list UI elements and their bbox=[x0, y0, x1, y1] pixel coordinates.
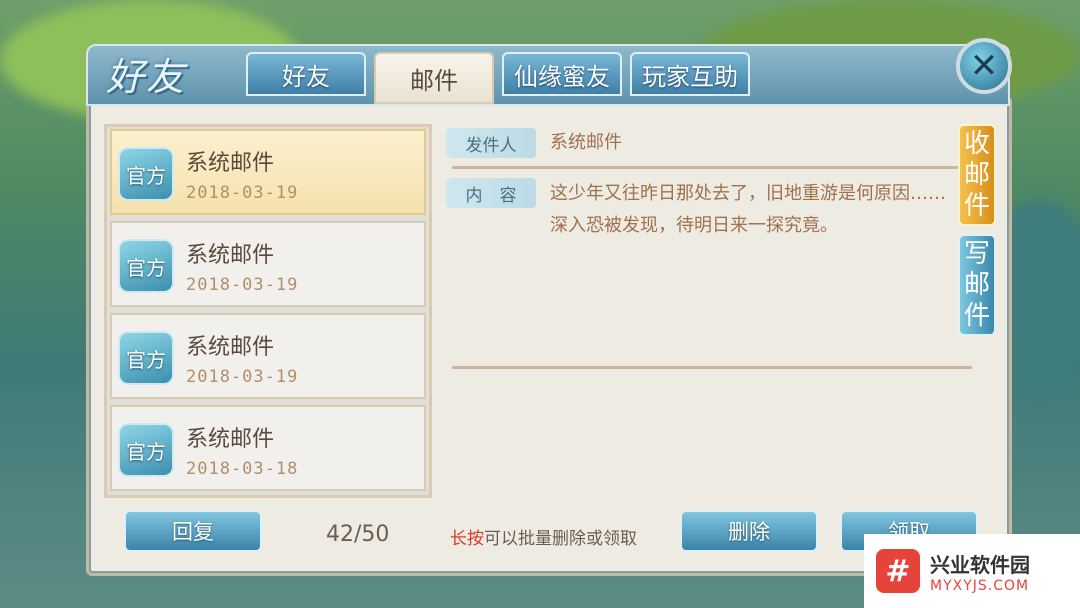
side-tab-char: 邮 bbox=[963, 159, 990, 190]
close-button[interactable]: ✕ bbox=[956, 38, 1012, 94]
inbox-side-tab[interactable]: 收邮件 bbox=[958, 124, 996, 226]
hint-highlight: 长按 bbox=[450, 529, 484, 549]
mail-list-item[interactable]: 官方 系统邮件 2018-03-19 bbox=[110, 313, 426, 399]
mail-panel: 好友 好友 邮件 仙缘蜜友 玩家互助 ✕ 官方 系统邮件 2018-03-19 … bbox=[86, 38, 1012, 576]
watermark-name: 兴业软件园 bbox=[930, 552, 1030, 577]
mail-count: 42/50 bbox=[326, 522, 390, 547]
divider bbox=[452, 366, 972, 369]
watermark-logo-icon: # bbox=[876, 549, 920, 593]
tab-mail[interactable]: 邮件 bbox=[374, 52, 494, 104]
side-tab-char: 收 bbox=[963, 128, 990, 159]
hint-text: 可以批量删除或领取 bbox=[484, 529, 637, 549]
mail-title: 系统邮件 bbox=[186, 151, 275, 176]
site-watermark: # 兴业软件园 MYXYJS.COM bbox=[864, 534, 1080, 608]
mail-list-item[interactable]: 官方 系统邮件 2018-03-19 bbox=[110, 129, 426, 215]
batch-hint: 长按可以批量删除或领取 bbox=[450, 524, 637, 549]
side-tab-char: 写 bbox=[963, 238, 990, 269]
mail-title: 系统邮件 bbox=[186, 243, 275, 268]
reply-button[interactable]: 回复 bbox=[124, 510, 262, 552]
mail-list-item[interactable]: 官方 系统邮件 2018-03-18 bbox=[110, 405, 426, 491]
tab-player-help[interactable]: 玩家互助 bbox=[630, 52, 750, 96]
official-badge: 官方 bbox=[118, 423, 174, 477]
delete-button[interactable]: 删除 bbox=[680, 510, 818, 552]
mail-content: 这少年又往昨日那处去了，旧地重游是何原因……深入恐被发现，待明日来一探究竟。 bbox=[550, 183, 946, 236]
sender-label: 发件人 bbox=[446, 128, 536, 158]
mail-date: 2018-03-19 bbox=[186, 275, 299, 295]
mail-list-item[interactable]: 官方 系统邮件 2018-03-19 bbox=[110, 221, 426, 307]
mail-title: 系统邮件 bbox=[186, 335, 275, 360]
tab-friends[interactable]: 好友 bbox=[246, 52, 366, 96]
side-tab-char: 件 bbox=[963, 190, 990, 221]
side-tab-char: 件 bbox=[963, 300, 990, 331]
mail-list: 官方 系统邮件 2018-03-19 官方 系统邮件 2018-03-19 官方… bbox=[104, 124, 432, 498]
side-tab-char: 邮 bbox=[963, 269, 990, 300]
official-badge: 官方 bbox=[118, 147, 174, 201]
sender-value: 系统邮件 bbox=[550, 132, 622, 153]
mail-date: 2018-03-19 bbox=[186, 183, 299, 203]
panel-title-logo: 好友 bbox=[106, 55, 187, 99]
content-label: 内 容 bbox=[446, 178, 536, 208]
official-badge: 官方 bbox=[118, 331, 174, 385]
watermark-url: MYXYJS.COM bbox=[930, 577, 1030, 594]
close-icon: ✕ bbox=[969, 46, 999, 86]
mail-date: 2018-03-19 bbox=[186, 367, 299, 387]
tab-fairy-friends[interactable]: 仙缘蜜友 bbox=[502, 52, 622, 96]
watermark-text: 兴业软件园 MYXYJS.COM bbox=[930, 549, 1030, 594]
divider bbox=[452, 166, 972, 169]
mail-date: 2018-03-18 bbox=[186, 459, 299, 479]
write-mail-side-tab[interactable]: 写邮件 bbox=[958, 234, 996, 336]
mail-title: 系统邮件 bbox=[186, 427, 275, 452]
official-badge: 官方 bbox=[118, 239, 174, 293]
